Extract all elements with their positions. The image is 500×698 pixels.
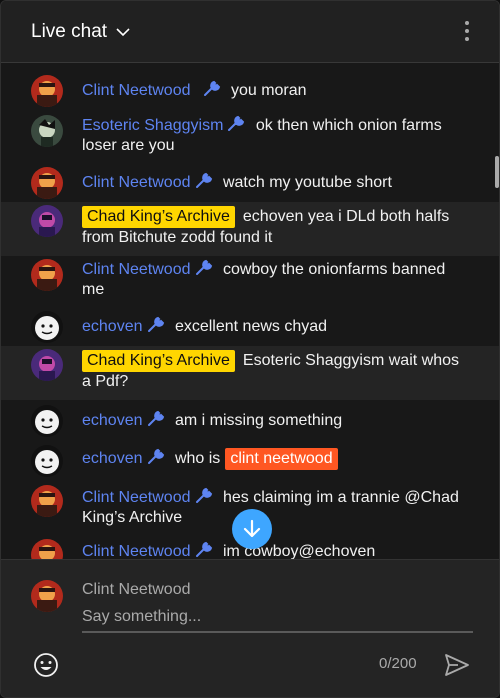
scroll-to-bottom-button[interactable]: [232, 509, 272, 549]
chat-message: Esoteric Shaggyism ok then which onion f…: [1, 115, 499, 159]
wrench-icon: [195, 541, 212, 557]
member-author-badge[interactable]: Chad King’s Archive: [82, 350, 235, 372]
current-user-name: Clint Neetwood: [82, 581, 191, 598]
more-vert-icon[interactable]: [457, 21, 477, 43]
chat-message: Chad King’s Archive echoven yea i DLd bot…: [1, 202, 499, 256]
wrench-icon: [203, 80, 220, 96]
author-name[interactable]: Clint Neetwood: [82, 82, 191, 99]
chat-mode-dropdown[interactable]: Live chat: [31, 21, 131, 43]
chat-message: Clint Neetwood watch my youtube short: [1, 167, 499, 199]
author-name[interactable]: Clint Neetwood: [82, 261, 191, 278]
author-name[interactable]: echoven: [82, 412, 143, 429]
wrench-icon: [147, 316, 164, 332]
chat-header: Live chat: [1, 1, 499, 63]
message-text: am i missing something: [174, 412, 343, 429]
chat-message-input[interactable]: [82, 607, 473, 633]
mention-chip[interactable]: clint neetwood: [225, 448, 338, 470]
wrench-icon: [195, 487, 212, 503]
wrench-icon: [147, 448, 164, 464]
author-name[interactable]: echoven: [82, 450, 143, 467]
author-name[interactable]: echoven: [82, 318, 143, 335]
wrench-icon: [147, 410, 164, 426]
wrench-icon: [228, 115, 245, 131]
author-name[interactable]: Clint Neetwood: [82, 489, 191, 506]
message-text: excellent news chyad: [174, 318, 328, 335]
avatar[interactable]: [31, 539, 63, 559]
chevron-down-icon: [116, 28, 130, 37]
message-text: watch my youtube short: [222, 174, 392, 191]
wrench-icon: [195, 172, 212, 188]
member-author-badge[interactable]: Chad King’s Archive: [82, 206, 235, 228]
avatar[interactable]: [31, 259, 63, 291]
message-text: you moran: [230, 82, 307, 99]
chat-message: Clint Neetwood cowboy the onionfarms ban…: [1, 259, 499, 303]
chat-message: echoven excellent news chyad: [1, 311, 499, 343]
char-counter: 0/200: [379, 655, 417, 672]
smiley-icon[interactable]: [33, 652, 59, 678]
avatar[interactable]: [31, 349, 63, 381]
send-icon[interactable]: [444, 652, 470, 678]
live-chat-panel: Live chat Clint Neetwood you moran Esote…: [0, 0, 500, 698]
chat-composer: Clint Neetwood 0/200: [1, 559, 499, 697]
chat-message: Chad King’s Archive Esoteric Shaggyism wa…: [1, 346, 499, 400]
avatar[interactable]: [31, 167, 63, 199]
avatar: [31, 580, 63, 612]
avatar[interactable]: [31, 485, 63, 517]
chat-message: Clint Neetwood you moran: [1, 75, 499, 107]
chat-title: Live chat: [31, 21, 108, 42]
avatar[interactable]: [31, 75, 63, 107]
message-list[interactable]: Clint Neetwood you moran Esoteric Shaggy…: [1, 63, 499, 559]
author-name[interactable]: Clint Neetwood: [82, 174, 191, 191]
avatar[interactable]: [31, 115, 63, 147]
wrench-icon: [195, 259, 212, 275]
chat-message: echoven am i missing something: [1, 405, 499, 437]
arrow-down-icon: [243, 519, 261, 538]
chat-message: echoven who is clint neetwood: [1, 443, 499, 477]
avatar[interactable]: [31, 445, 63, 477]
scrollbar-thumb[interactable]: [495, 156, 499, 188]
author-name[interactable]: Esoteric Shaggyism: [82, 117, 223, 134]
avatar[interactable]: [31, 311, 63, 343]
avatar[interactable]: [31, 405, 63, 437]
avatar[interactable]: [31, 205, 63, 237]
author-name[interactable]: Clint Neetwood: [82, 543, 191, 559]
message-text: who is: [174, 450, 221, 467]
